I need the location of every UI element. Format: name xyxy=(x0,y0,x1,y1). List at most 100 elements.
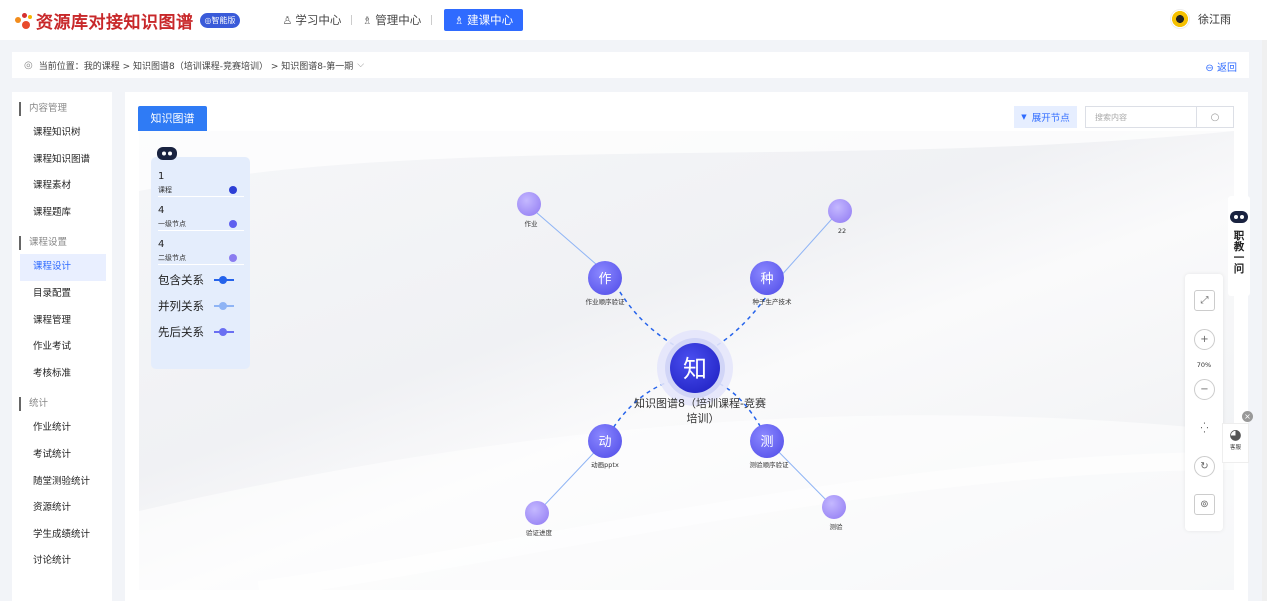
center-label: 知识图谱8（培训课程-竞赛 xyxy=(634,396,766,410)
sidebar-item-grade-stats[interactable]: 学生成绩统计 xyxy=(12,522,112,549)
graph-node[interactable]: 作业 xyxy=(517,192,541,228)
assistant-widget[interactable]: 职 教 一 问 xyxy=(1228,196,1250,296)
breadcrumb-path[interactable]: 我的课程 > 知识图谱8（培训课程-竞赛培训） > 知识图谱8-第一期 xyxy=(84,59,353,72)
legend-level2: 4 二级节点 xyxy=(158,239,244,265)
nav-divider xyxy=(431,15,433,25)
user-name: 徐江雨 xyxy=(1198,13,1231,26)
node-char: 知 xyxy=(683,355,707,383)
expand-nodes-button[interactable]: ▼ 展开节点 xyxy=(1014,106,1077,128)
sidebar-item-homework-stats[interactable]: 作业统计 xyxy=(12,415,112,442)
legend-parallel-relation[interactable]: 并列关系 xyxy=(158,293,244,319)
caret-down-icon: ▼ xyxy=(1021,113,1027,121)
sidebar-item-homework-exam[interactable]: 作业考试 xyxy=(12,334,112,361)
back-icon: ⊖ xyxy=(1205,63,1214,74)
person-icon: ♙ xyxy=(282,13,293,27)
sidebar-item-resource-stats[interactable]: 资源统计 xyxy=(12,495,112,522)
search-input[interactable] xyxy=(1086,107,1196,127)
sidebar-item-quiz-stats[interactable]: 随堂测验统计 xyxy=(12,469,112,496)
graph-node[interactable]: 测验 xyxy=(822,495,846,531)
sidebar-item-question-bank[interactable]: 课程题库 xyxy=(12,200,112,227)
breadcrumb: ◎ 当前位置： 我的课程 > 知识图谱8（培训课程-竞赛培训） > 知识图谱8-… xyxy=(12,52,1249,78)
nav-management-center[interactable]: ♗ 管理中心 xyxy=(352,9,431,31)
back-button[interactable]: ⊖ 返回 xyxy=(1205,59,1237,74)
logo-icon xyxy=(14,11,32,29)
node-label: 作业 xyxy=(525,219,539,228)
graph-node-level1[interactable]: 测 测验顺序验证 xyxy=(750,424,790,469)
dot-icon xyxy=(229,185,237,194)
graph-canvas[interactable]: 作业 22 验证进度 测验 作 作业顺序验证 种 种子生产技术 动 动画pptx… xyxy=(139,131,1234,590)
search-icon: ○ xyxy=(1210,111,1220,123)
nav-course-building-center[interactable]: ♗ 建课中心 xyxy=(444,9,524,31)
close-icon[interactable]: × xyxy=(1242,411,1253,422)
loading-icon[interactable]: ⁛ xyxy=(1194,418,1215,439)
legend-contain-relation[interactable]: 包含关系 xyxy=(158,267,244,293)
location-icon: ◎ xyxy=(24,59,33,71)
sidebar-item-materials[interactable]: 课程素材 xyxy=(12,173,112,200)
graph-legend: 1 课程 4 一级节点 4 二级节点 包含关系 并列关系 先后关系 xyxy=(151,147,250,369)
node-label: 测验顺序验证 xyxy=(750,460,790,469)
sidebar-item-assessment[interactable]: 考核标准 xyxy=(12,361,112,388)
graph-node[interactable]: 验证进度 xyxy=(525,501,553,537)
sidebar-item-course-management[interactable]: 课程管理 xyxy=(12,308,112,335)
center-label: 培训） xyxy=(687,411,720,425)
dot-icon xyxy=(229,219,237,228)
graph-node[interactable]: 22 xyxy=(828,199,852,235)
node-char: 作 xyxy=(598,272,611,287)
people-icon: ♗ xyxy=(362,13,373,27)
graph-node-level1[interactable]: 动 动画pptx xyxy=(588,424,622,469)
zoom-out-icon[interactable]: − xyxy=(1194,379,1215,400)
nav-learning-center[interactable]: ♙ 学习中心 xyxy=(272,9,351,31)
logo[interactable]: 资源库对接知识图谱 ◎智能版 xyxy=(14,8,241,33)
breadcrumb-prefix: 当前位置： xyxy=(38,61,84,72)
sidebar-item-exam-stats[interactable]: 考试统计 xyxy=(12,442,112,469)
app-title: 资源库对接知识图谱 xyxy=(36,12,194,33)
node-char: 动 xyxy=(598,435,611,450)
zoom-in-icon[interactable]: + xyxy=(1194,329,1215,350)
node-char: 测 xyxy=(760,435,773,450)
refresh-icon[interactable]: ↻ xyxy=(1194,456,1215,477)
locate-icon[interactable]: ⊚ xyxy=(1194,494,1215,515)
node-label: 验证进度 xyxy=(526,528,553,537)
node-label: 种子生产技术 xyxy=(753,297,793,306)
scrollbar[interactable] xyxy=(1262,40,1267,601)
headset-icon: ◕ xyxy=(1229,427,1242,443)
node-label: 22 xyxy=(838,227,846,235)
customer-service-widget[interactable]: ◕ 客服 xyxy=(1222,423,1249,463)
search-box: ○ xyxy=(1085,106,1234,128)
sidebar-item-discussion-stats[interactable]: 讨论统计 xyxy=(12,548,112,575)
top-header: 资源库对接知识图谱 ◎智能版 ♙ 学习中心 ♗ 管理中心 ♗ 建课中心 徐江雨 xyxy=(0,0,1267,40)
fullscreen-icon[interactable]: ⤢ xyxy=(1194,290,1215,311)
tab-knowledge-graph[interactable]: 知识图谱 xyxy=(138,106,207,131)
node-label: 动画pptx xyxy=(591,461,619,469)
chevron-down-icon[interactable]: ⌵ xyxy=(357,60,364,70)
assistant-label: 职 教 一 问 xyxy=(1233,230,1245,275)
sidebar-item-catalog-config[interactable]: 目录配置 xyxy=(12,281,112,308)
node-char: 种 xyxy=(760,272,773,287)
node-label: 作业顺序验证 xyxy=(586,297,626,306)
customer-service-label: 客服 xyxy=(1229,445,1241,451)
edition-badge: ◎智能版 xyxy=(199,12,241,28)
legend-course: 1 课程 xyxy=(158,171,244,197)
sidebar-item-course-tree[interactable]: 课程知识树 xyxy=(12,120,112,147)
user-menu[interactable]: 徐江雨 xyxy=(1170,9,1231,29)
search-button[interactable]: ○ xyxy=(1196,107,1233,127)
legend-sequence-relation[interactable]: 先后关系 xyxy=(158,319,244,345)
knowledge-graph: 作业 22 验证进度 测验 作 作业顺序验证 种 种子生产技术 动 动画pptx… xyxy=(517,192,852,537)
dot-icon xyxy=(229,253,237,262)
graph-node-center[interactable]: 知 知识图谱8（培训课程-竞赛 培训） xyxy=(634,330,766,425)
sidebar-item-course-design[interactable]: 课程设计 xyxy=(20,254,106,281)
node-label: 测验 xyxy=(830,522,844,531)
robot-icon xyxy=(1230,211,1248,223)
relation-line-icon xyxy=(214,302,234,310)
main-panel: 知识图谱 ▼ 展开节点 ○ xyxy=(125,92,1248,601)
avatar xyxy=(1170,9,1190,29)
graph-node-level1[interactable]: 种 种子生产技术 xyxy=(750,261,792,306)
sidebar-item-knowledge-graph[interactable]: 课程知识图谱 xyxy=(12,147,112,174)
graph-node-level1[interactable]: 作 作业顺序验证 xyxy=(586,261,626,306)
top-nav: ♙ 学习中心 ♗ 管理中心 ♗ 建课中心 xyxy=(272,9,524,31)
legend-level1: 4 一级节点 xyxy=(158,205,244,231)
sidebar: 内容管理 课程知识树 课程知识图谱 课程素材 课程题库 课程设置 课程设计 目录… xyxy=(12,92,112,601)
sidebar-group-title: 内容管理 xyxy=(19,102,112,116)
robot-icon xyxy=(157,147,177,160)
zoom-level: 70% xyxy=(1196,361,1212,369)
